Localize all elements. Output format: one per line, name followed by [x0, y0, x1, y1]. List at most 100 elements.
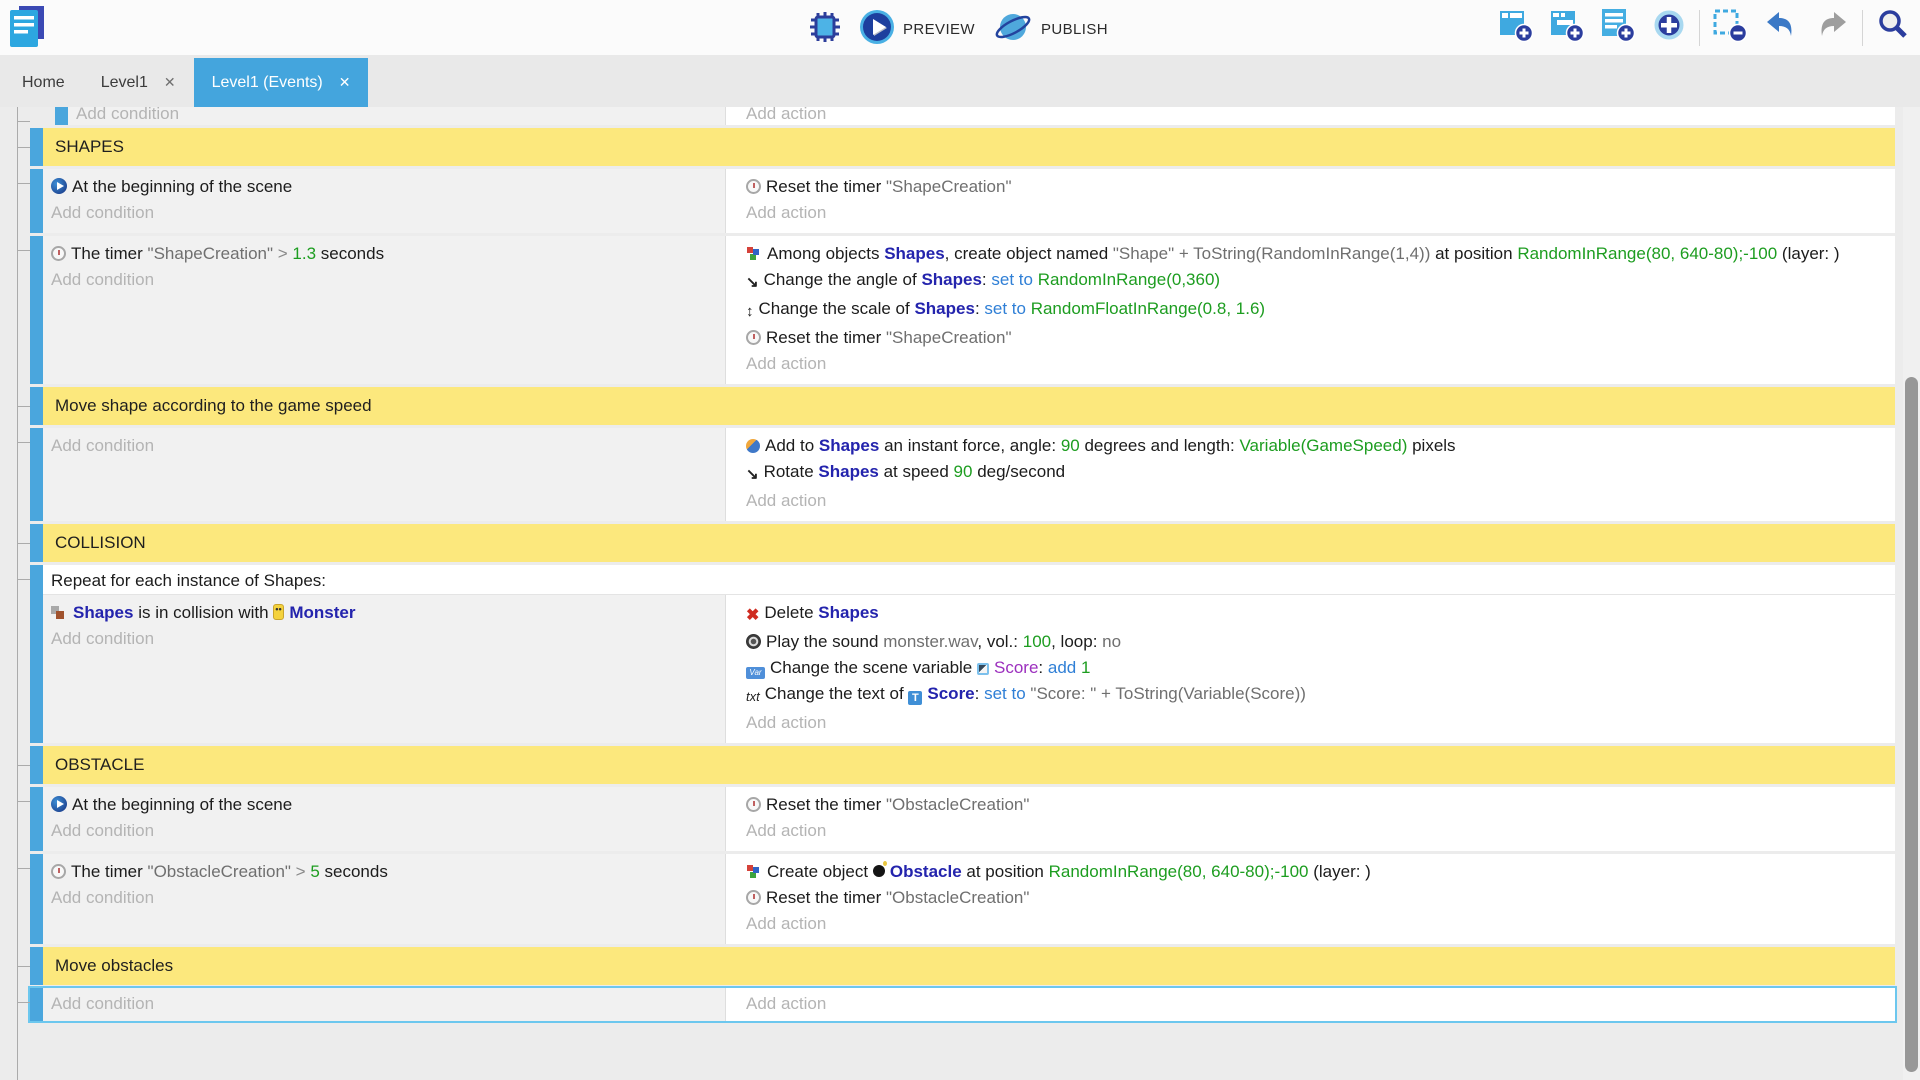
foreach-event[interactable]: Repeat for each instance of Shapes:Shape…: [30, 565, 1895, 743]
actions-cell[interactable]: Reset the timer "ShapeCreation"Add actio…: [726, 169, 1895, 233]
actions-cell[interactable]: Among objects Shapes, create object name…: [726, 236, 1895, 384]
tab-home[interactable]: Home: [4, 58, 83, 107]
debug-button[interactable]: [805, 11, 845, 48]
event-selection-bar[interactable]: [30, 128, 43, 166]
conditions-cell[interactable]: Add condition: [43, 988, 726, 1021]
conditions-cell[interactable]: At the beginning of the sceneAdd conditi…: [43, 169, 726, 233]
publish-label: PUBLISH: [1041, 21, 1108, 38]
add-action-placeholder[interactable]: Add action: [746, 911, 1887, 937]
delete-event-icon: [1713, 8, 1747, 47]
add-condition-placeholder[interactable]: Add condition: [51, 818, 717, 844]
add-sub-event-button[interactable]: [1546, 8, 1588, 47]
conditions-cell[interactable]: The timer "ObstacleCreation" > 5 seconds…: [43, 854, 726, 944]
preview-button[interactable]: PREVIEW: [855, 9, 979, 50]
standard-event[interactable]: Add condition Add action: [30, 988, 1895, 1021]
publish-globe-icon: [993, 9, 1033, 50]
standard-event[interactable]: Add condition Add to Shapes an instant fo…: [30, 428, 1895, 521]
action-line[interactable]: Among objects Shapes, create object name…: [746, 241, 1887, 267]
add-event-button[interactable]: [1495, 8, 1537, 47]
standard-event[interactable]: The timer "ObstacleCreation" > 5 seconds…: [30, 854, 1895, 944]
close-tab-icon[interactable]: ✕: [339, 74, 351, 91]
action-line[interactable]: Reset the timer "ObstacleCreation": [746, 792, 1887, 818]
group-header[interactable]: Move obstacles: [30, 947, 1895, 985]
action-line[interactable]: Change the angle of Shapes: set to Rando…: [746, 267, 1887, 296]
add-condition-placeholder[interactable]: Add condition: [51, 267, 717, 293]
actions-cell[interactable]: Delete ShapesPlay the sound monster.wav,…: [726, 595, 1895, 743]
event-selection-bar[interactable]: [30, 854, 43, 944]
add-condition-placeholder[interactable]: Add condition: [51, 885, 717, 911]
event-selection-bar[interactable]: [30, 746, 43, 784]
action-line[interactable]: Change the text of Score: set to "Score:…: [746, 681, 1887, 710]
add-comment-button[interactable]: [1597, 8, 1639, 47]
actions-cell[interactable]: Reset the timer "ObstacleCreation"Add ac…: [726, 787, 1895, 851]
condition-line[interactable]: At the beginning of the scene: [51, 792, 717, 818]
add-condition-placeholder[interactable]: Add condition: [76, 107, 717, 125]
action-line[interactable]: Change the scene variable Score: add 1: [746, 655, 1887, 681]
conditions-cell[interactable]: Add condition: [43, 428, 726, 521]
search-button[interactable]: [1872, 8, 1914, 47]
event-selection-bar[interactable]: [30, 988, 43, 1021]
action-line[interactable]: Change the scale of Shapes: set to Rando…: [746, 296, 1887, 325]
undo-button[interactable]: [1760, 8, 1802, 47]
conditions-cell[interactable]: At the beginning of the sceneAdd conditi…: [43, 787, 726, 851]
condition-line[interactable]: At the beginning of the scene: [51, 174, 717, 200]
add-action-placeholder[interactable]: Add action: [746, 710, 1887, 736]
group-header[interactable]: SHAPES: [30, 128, 1895, 166]
event-selection-bar[interactable]: [30, 947, 43, 985]
action-line[interactable]: Create object Obstacle at position Rando…: [746, 859, 1887, 885]
scrollbar-thumb[interactable]: [1905, 377, 1918, 1072]
standard-event[interactable]: Add condition Add action: [55, 107, 1895, 125]
action-line[interactable]: Play the sound monster.wav, vol.: 100, l…: [746, 629, 1887, 655]
group-header[interactable]: COLLISION: [30, 524, 1895, 562]
event-selection-bar[interactable]: [30, 428, 43, 521]
group-header[interactable]: OBSTACLE: [30, 746, 1895, 784]
action-line[interactable]: Reset the timer "ShapeCreation": [746, 325, 1887, 351]
delete-event-button[interactable]: [1709, 8, 1751, 47]
standard-event[interactable]: The timer "ShapeCreation" > 1.3 secondsA…: [30, 236, 1895, 384]
add-action-placeholder[interactable]: Add action: [746, 488, 1887, 514]
event-selection-bar[interactable]: [30, 787, 43, 851]
event-selection-bar[interactable]: [30, 169, 43, 233]
event-selection-bar[interactable]: [30, 565, 43, 743]
close-tab-icon[interactable]: ✕: [164, 74, 176, 91]
event-selection-bar[interactable]: [55, 107, 68, 125]
publish-button[interactable]: PUBLISH: [989, 9, 1112, 50]
add-condition-placeholder[interactable]: Add condition: [51, 433, 717, 459]
add-action-placeholder[interactable]: Add action: [746, 351, 1887, 377]
conditions-cell[interactable]: Add condition: [68, 107, 726, 125]
add-condition-placeholder[interactable]: Add condition: [51, 991, 717, 1017]
foreach-header[interactable]: Repeat for each instance of Shapes:: [43, 565, 1895, 594]
app-logo-icon[interactable]: [8, 5, 46, 54]
event-selection-bar[interactable]: [30, 524, 43, 562]
action-line[interactable]: Delete Shapes: [746, 600, 1887, 629]
action-line[interactable]: Rotate Shapes at speed 90 deg/second: [746, 459, 1887, 488]
action-line[interactable]: Reset the timer "ShapeCreation": [746, 174, 1887, 200]
add-action-placeholder[interactable]: Add action: [746, 818, 1887, 844]
conditions-cell[interactable]: The timer "ShapeCreation" > 1.3 secondsA…: [43, 236, 726, 384]
condition-line[interactable]: Shapes is in collision with Monster: [51, 600, 717, 626]
action-line[interactable]: Reset the timer "ObstacleCreation": [746, 885, 1887, 911]
event-selection-bar[interactable]: [30, 387, 43, 425]
standard-event[interactable]: At the beginning of the sceneAdd conditi…: [30, 787, 1895, 851]
vertical-scrollbar[interactable]: [1903, 107, 1920, 1080]
add-condition-placeholder[interactable]: Add condition: [51, 626, 717, 652]
redo-button[interactable]: [1811, 8, 1853, 47]
group-header[interactable]: Move shape according to the game speed: [30, 387, 1895, 425]
add-action-placeholder[interactable]: Add action: [746, 107, 1887, 125]
add-event-dialog-button[interactable]: [1648, 8, 1690, 47]
actions-cell[interactable]: Add to Shapes an instant force, angle: 9…: [726, 428, 1895, 521]
add-condition-placeholder[interactable]: Add condition: [51, 200, 717, 226]
conditions-cell[interactable]: Shapes is in collision with MonsterAdd c…: [43, 595, 726, 743]
action-line[interactable]: Add to Shapes an instant force, angle: 9…: [746, 433, 1887, 459]
actions-cell[interactable]: Create object Obstacle at position Rando…: [726, 854, 1895, 944]
actions-cell[interactable]: Add action: [726, 988, 1895, 1021]
add-action-placeholder[interactable]: Add action: [746, 991, 1887, 1017]
tab-level1[interactable]: Level1✕: [83, 58, 194, 107]
actions-cell[interactable]: Add action: [726, 107, 1895, 125]
condition-line[interactable]: The timer "ObstacleCreation" > 5 seconds: [51, 859, 717, 885]
add-action-placeholder[interactable]: Add action: [746, 200, 1887, 226]
event-selection-bar[interactable]: [30, 236, 43, 384]
condition-line[interactable]: The timer "ShapeCreation" > 1.3 seconds: [51, 241, 717, 267]
standard-event[interactable]: At the beginning of the sceneAdd conditi…: [30, 169, 1895, 233]
tab-level1-events[interactable]: Level1 (Events)✕: [194, 58, 369, 107]
